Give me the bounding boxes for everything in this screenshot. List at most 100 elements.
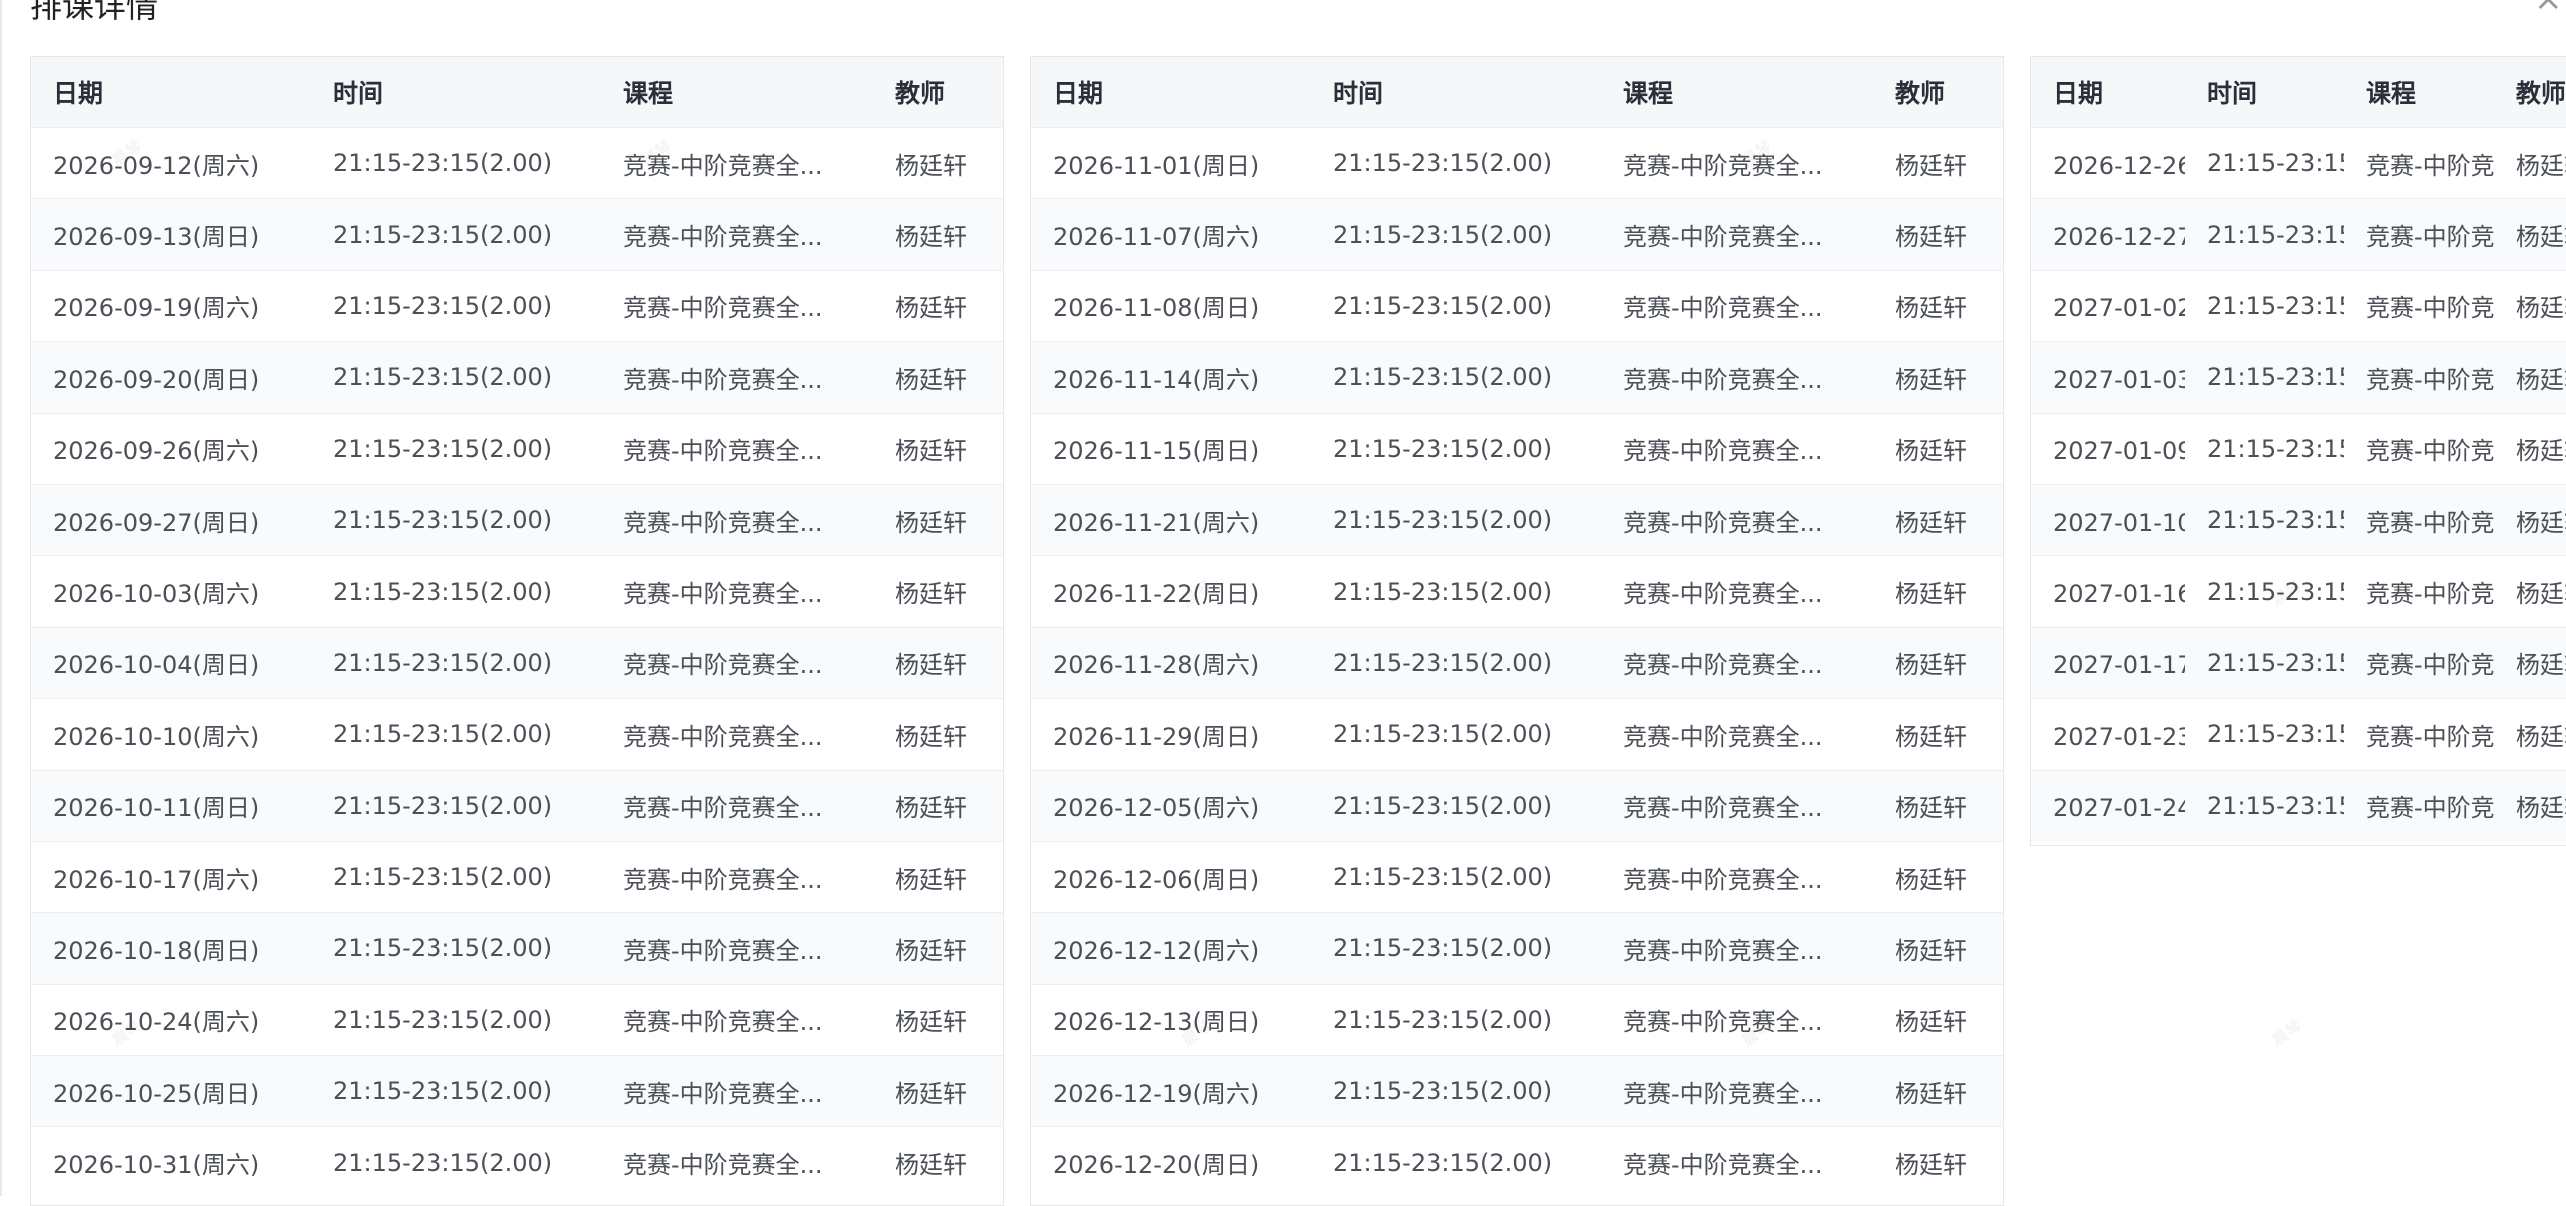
table-row: 2026-10-18(周日) 21:15-23:15(2.00) 竞赛-中阶竞赛全.… <box>31 912 1003 984</box>
table-row: 2026-09-27(周日) 21:15-23:15(2.00) 竞赛-中阶竞赛全.… <box>31 483 1003 556</box>
cell-teacher: 杨廷轩 <box>895 223 967 252</box>
cell-course: 竞赛-中阶竞赛全... <box>1623 794 1823 823</box>
table-row: 2026-11-15(周日) 21:15-23:15(2.00) 竞赛-中阶竞赛全.… <box>1031 412 2003 484</box>
column-header-course: 课程 <box>623 79 674 108</box>
column-header-date: 日期 <box>1053 79 1104 108</box>
table-row: 2026-09-12(周六) 21:15-23:15(2.00) 竞赛-中阶竞赛全.… <box>31 127 1003 198</box>
cell-time: 21:15-23:15(2.00) <box>333 363 553 392</box>
cell-teacher: 杨廷轩 <box>1895 365 1967 394</box>
cell-date: 2026-12-20(周日) <box>1053 1151 1260 1180</box>
cell-date: 2027-01-24(周日) <box>2053 794 2185 823</box>
table-row: 2026-10-17(周六) 21:15-23:15(2.00) 竞赛-中阶竞赛全.… <box>31 840 1003 912</box>
cell-teacher: 杨廷轩 <box>895 651 967 680</box>
cell-time: 21:15-23:15(2.00) <box>2206 720 2344 749</box>
cell-time: 21:15-23:15(2.00) <box>333 1005 553 1034</box>
cell-time: 21:15-23:15(2.00) <box>2206 220 2344 249</box>
column-header-teacher: 教师 <box>1895 79 1946 108</box>
column-header-date: 日期 <box>2053 79 2104 108</box>
cell-date: 2026-10-11(周日) <box>53 794 260 823</box>
cell-teacher: 杨廷轩 <box>1895 1008 1967 1037</box>
cell-course: 竞赛-中阶竞赛全... <box>623 865 823 894</box>
cell-teacher: 杨廷轩 <box>2515 294 2566 323</box>
cell-time: 21:15-23:15(2.00) <box>2206 648 2344 677</box>
table-row: 2026-12-27(周日) 21:15-23:15(2.00) 竞赛-中阶竞赛全.… <box>2031 198 2566 270</box>
table-row: 2026-11-14(周六) 21:15-23:15(2.00) 竞赛-中阶竞赛全.… <box>1031 341 2003 413</box>
column-header-time: 时间 <box>2206 79 2257 108</box>
cell-teacher: 杨廷轩 <box>895 1151 967 1180</box>
cell-date: 2026-11-08(周日) <box>1053 294 1260 323</box>
cell-course: 竞赛-中阶竞赛全... <box>2366 722 2494 751</box>
cell-teacher: 杨廷轩 <box>1895 151 1967 180</box>
cell-date: 2026-12-12(周六) <box>1053 936 1260 965</box>
cell-time: 21:15-23:15(2.00) <box>1333 1148 1553 1177</box>
cell-time: 21:15-23:15(2.00) <box>1333 291 1553 320</box>
cell-course: 竞赛-中阶竞赛全... <box>1623 651 1823 680</box>
cell-date: 2026-09-20(周日) <box>53 365 260 394</box>
cell-course: 竞赛-中阶竞赛全... <box>1623 722 1823 751</box>
cell-date: 2026-10-10(周六) <box>53 722 260 751</box>
cell-course: 竞赛-中阶竞赛全... <box>623 1079 823 1108</box>
table-row: 2026-12-26(周六) 21:15-23:15(2.00) 竞赛-中阶竞赛全.… <box>2031 127 2566 198</box>
table-header: 日期 时间 课程 教师 <box>1031 57 2003 127</box>
cell-date: 2026-11-15(周日) <box>1053 437 1260 466</box>
cell-course: 竞赛-中阶竞赛全... <box>1623 1151 1823 1180</box>
column-header-date: 日期 <box>53 79 104 108</box>
table-row: 2026-10-04(周日) 21:15-23:15(2.00) 竞赛-中阶竞赛全.… <box>31 626 1003 699</box>
cell-time: 21:15-23:15(2.00) <box>333 648 553 677</box>
cell-teacher: 杨廷轩 <box>895 936 967 965</box>
close-icon[interactable]: × <box>2534 0 2563 16</box>
cell-course: 竞赛-中阶竞赛全... <box>623 722 823 751</box>
cell-course: 竞赛-中阶竞赛全... <box>623 223 823 252</box>
cell-course: 竞赛-中阶竞赛全... <box>1623 294 1823 323</box>
cell-teacher: 杨廷轩 <box>2515 794 2566 823</box>
cell-course: 竞赛-中阶竞赛全... <box>2366 151 2494 180</box>
table-row: 2026-11-01(周日) 21:15-23:15(2.00) 竞赛-中阶竞赛全.… <box>1031 127 2003 198</box>
cell-teacher: 杨廷轩 <box>2515 437 2566 466</box>
cell-course: 竞赛-中阶竞赛全... <box>623 1008 823 1037</box>
cell-time: 21:15-23:15(2.00) <box>1333 149 1553 178</box>
cell-time: 21:15-23:15(2.00) <box>1333 863 1553 892</box>
cell-teacher: 杨廷轩 <box>1895 223 1967 252</box>
cell-teacher: 杨廷轩 <box>895 437 967 466</box>
cell-teacher: 杨廷轩 <box>2515 580 2566 609</box>
schedule-table-2: 日期 时间 课程 教师 2026-11-01(周日) 21:15-23:15(2.00) 竞… <box>1030 56 2004 1206</box>
cell-date: 2027-01-02(周六) <box>2053 294 2185 323</box>
table-row: 2026-12-20(周日) 21:15-23:15(2.00) 竞赛-中阶竞赛全.… <box>1031 1126 2003 1197</box>
cell-teacher: 杨廷轩 <box>2515 722 2566 751</box>
cell-time: 21:15-23:15(2.00) <box>1333 720 1553 749</box>
column-header-teacher: 教师 <box>895 79 946 108</box>
cell-time: 21:15-23:15(2.00) <box>333 291 553 320</box>
cell-teacher: 杨廷轩 <box>1895 936 1967 965</box>
table-row: 2027-01-02(周六) 21:15-23:15(2.00) 竞赛-中阶竞赛全.… <box>2031 269 2566 341</box>
cell-course: 竞赛-中阶竞赛全... <box>1623 865 1823 894</box>
table-row: 2026-10-31(周六) 21:15-23:15(2.00) 竞赛-中阶竞赛全.… <box>31 1126 1003 1197</box>
cell-time: 21:15-23:15(2.00) <box>1333 648 1553 677</box>
cell-time: 21:15-23:15(2.00) <box>333 1148 553 1177</box>
cell-course: 竞赛-中阶竞赛全... <box>1623 580 1823 609</box>
cell-teacher: 杨廷轩 <box>2515 223 2566 252</box>
cell-time: 21:15-23:15(2.00) <box>333 791 553 820</box>
cell-time: 21:15-23:15(2.00) <box>1333 577 1553 606</box>
table-header: 日期 时间 课程 教师 <box>2031 57 2566 127</box>
column-header-time: 时间 <box>333 79 384 108</box>
cell-teacher: 杨廷轩 <box>895 794 967 823</box>
cell-teacher: 杨廷轩 <box>1895 580 1967 609</box>
cell-time: 21:15-23:15(2.00) <box>333 577 553 606</box>
cell-date: 2026-12-19(周六) <box>1053 1079 1260 1108</box>
cell-course: 竞赛-中阶竞赛全... <box>623 1151 823 1180</box>
cell-course: 竞赛-中阶竞赛全... <box>623 151 823 180</box>
cell-teacher: 杨廷轩 <box>895 580 967 609</box>
cell-course: 竞赛-中阶竞赛全... <box>2366 580 2494 609</box>
cell-teacher: 杨廷轩 <box>895 1079 967 1108</box>
table-row: 2026-11-08(周日) 21:15-23:15(2.00) 竞赛-中阶竞赛全.… <box>1031 269 2003 341</box>
cell-teacher: 杨廷轩 <box>895 508 967 537</box>
cell-date: 2026-09-26(周六) <box>53 437 260 466</box>
cell-course: 竞赛-中阶竞赛全... <box>1623 1008 1823 1037</box>
table-row: 2026-12-12(周六) 21:15-23:15(2.00) 竞赛-中阶竞赛全.… <box>1031 912 2003 984</box>
cell-course: 竞赛-中阶竞赛全... <box>623 794 823 823</box>
cell-time: 21:15-23:15(2.00) <box>2206 506 2344 535</box>
cell-date: 2026-11-07(周六) <box>1053 223 1260 252</box>
schedule-table-1: 日期 时间 课程 教师 2026-09-12(周六) 21:15-23:15(2.00) 竞… <box>30 56 1004 1206</box>
cell-time: 21:15-23:15(2.00) <box>333 1077 553 1106</box>
cell-date: 2026-09-27(周日) <box>53 508 260 537</box>
